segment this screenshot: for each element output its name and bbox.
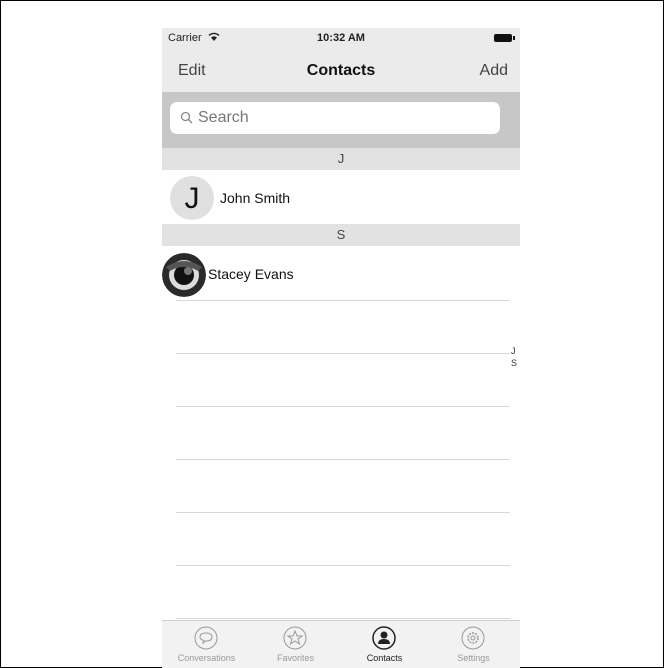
star-icon <box>283 626 307 650</box>
tab-conversations[interactable]: Conversations <box>162 621 251 668</box>
index-letter-s[interactable]: S <box>511 358 517 368</box>
row-separator <box>176 300 510 301</box>
gear-icon <box>461 626 485 650</box>
status-time: 10:32 AM <box>317 32 365 44</box>
tab-favorites[interactable]: Favorites <box>251 621 340 668</box>
add-button[interactable]: Add <box>480 62 508 80</box>
phone-screen: Carrier 10:32 AM Edit Contacts Add J J J… <box>162 28 520 668</box>
tab-bar: Conversations Favorites Contacts Setting… <box>162 620 520 668</box>
chat-bubble-icon <box>194 626 218 650</box>
tab-label: Contacts <box>366 653 403 663</box>
search-bar <box>162 92 520 148</box>
row-separator <box>176 406 510 407</box>
search-icon <box>180 111 193 124</box>
tab-settings[interactable]: Settings <box>429 621 518 668</box>
search-field[interactable] <box>170 102 500 134</box>
contact-row-stacey-evans[interactable]: Stacey Evans <box>162 246 520 304</box>
avatar: J <box>170 176 214 220</box>
row-separator <box>176 512 510 513</box>
search-input[interactable] <box>198 102 488 134</box>
row-separator <box>176 459 510 460</box>
avatar-photo <box>162 253 206 297</box>
row-separator <box>176 565 510 566</box>
battery-icon <box>494 34 515 42</box>
tab-label: Conversations <box>177 653 236 663</box>
navigation-bar: Edit Contacts Add <box>162 50 520 92</box>
page-title: Contacts <box>306 62 376 79</box>
contact-row-john-smith[interactable]: J John Smith <box>162 170 520 228</box>
section-header-j: J <box>162 148 520 170</box>
index-letter-j[interactable]: J <box>511 346 516 356</box>
contact-name: Stacey Evans <box>208 266 294 282</box>
status-bar: Carrier 10:32 AM <box>162 28 520 50</box>
person-icon <box>372 626 396 650</box>
tab-label: Favorites <box>276 653 314 663</box>
tab-label: Settings <box>457 653 490 663</box>
contact-name: John Smith <box>220 190 291 206</box>
tab-contacts[interactable]: Contacts <box>340 621 429 668</box>
row-separator <box>176 618 510 619</box>
row-separator <box>176 353 510 354</box>
section-header-s: S <box>162 224 520 246</box>
